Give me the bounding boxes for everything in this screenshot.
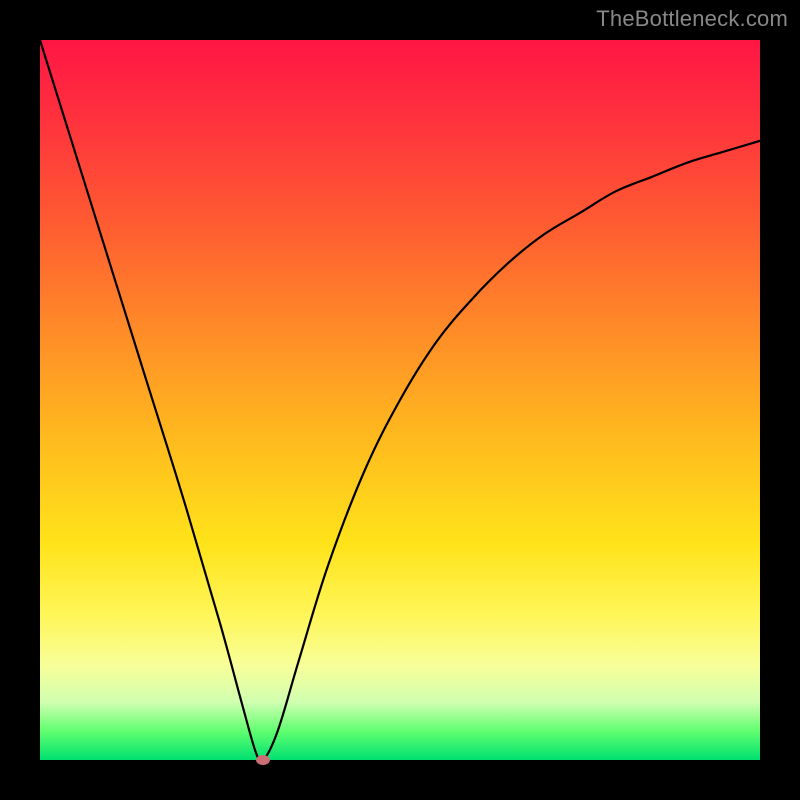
bottleneck-curve	[40, 40, 760, 760]
watermark-text: TheBottleneck.com	[596, 6, 788, 32]
plot-area	[40, 40, 760, 760]
optimum-marker	[256, 755, 270, 765]
chart-frame: TheBottleneck.com	[0, 0, 800, 800]
